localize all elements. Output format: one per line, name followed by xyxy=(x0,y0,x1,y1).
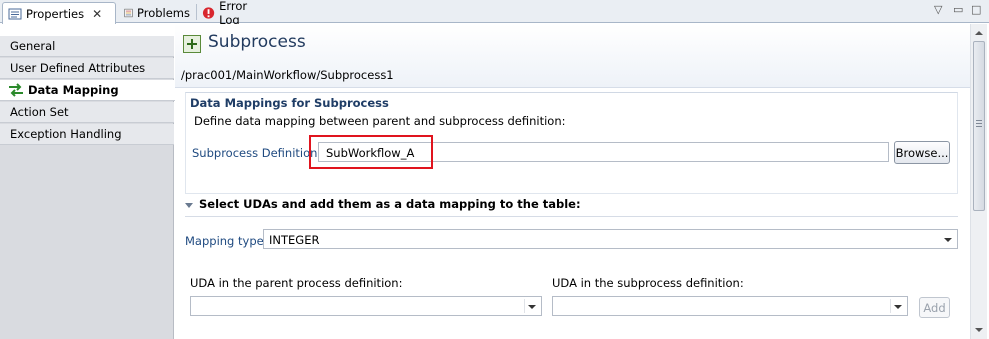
nav-item-label: User Defined Attributes xyxy=(10,61,146,75)
tab-problems[interactable]: Problems xyxy=(119,2,195,23)
grip-line xyxy=(976,123,982,124)
tab-error-log-label: Error Log xyxy=(219,0,248,27)
add-button[interactable]: Add xyxy=(919,297,950,318)
vertical-scrollbar[interactable] xyxy=(970,24,987,339)
properties-icon xyxy=(8,8,22,19)
scroll-down-icon[interactable] xyxy=(975,328,983,332)
view-tab-bar: Properties ✕ Problems Error Log ▽ ▭ □ xyxy=(0,0,989,27)
nav-item-label: Action Set xyxy=(10,105,69,119)
nav-item-label: Exception Handling xyxy=(10,127,122,141)
subprocess-definition-label: Subprocess Definition: xyxy=(192,146,322,160)
grip-line xyxy=(976,120,982,121)
tab-error-log[interactable]: Error Log xyxy=(197,0,273,27)
nav-item-user-defined-attributes[interactable]: User Defined Attributes xyxy=(0,58,174,79)
scroll-up-icon[interactable] xyxy=(975,31,983,35)
chevron-down-icon[interactable] xyxy=(894,305,902,309)
browse-button[interactable]: Browse... xyxy=(894,141,950,164)
uda-section-header[interactable]: Select UDAs and add them as a data mappi… xyxy=(185,195,958,217)
nav-item-exception-handling[interactable]: Exception Handling xyxy=(0,124,174,145)
scrollbar-thumb[interactable] xyxy=(973,41,985,211)
nav-item-data-mapping[interactable]: Data Mapping xyxy=(0,80,175,101)
section-description: Define data mapping between parent and s… xyxy=(194,114,566,128)
combo-divider xyxy=(524,299,525,313)
data-mapping-arrows-icon xyxy=(9,83,23,97)
parent-uda-select[interactable] xyxy=(190,296,542,316)
subprocess-uda-select[interactable] xyxy=(552,296,908,316)
page-header: Subprocess /prac001/MainWorkflow/Subproc… xyxy=(175,24,970,88)
minimize-icon[interactable]: ▭ xyxy=(953,3,963,16)
expand-twisty-icon[interactable] xyxy=(185,203,193,208)
main-panel: Subprocess /prac001/MainWorkflow/Subproc… xyxy=(175,24,970,339)
properties-nav: General User Defined Attributes Data Map… xyxy=(0,36,175,339)
chevron-down-icon[interactable] xyxy=(528,305,536,309)
subprocess-icon xyxy=(183,35,201,53)
nav-item-general[interactable]: General xyxy=(0,36,174,57)
grip-line xyxy=(976,126,982,127)
mapping-type-label: Mapping type xyxy=(185,234,264,248)
data-mappings-section: Data Mappings for Subprocess Define data… xyxy=(185,92,958,194)
close-icon[interactable]: ✕ xyxy=(92,7,102,21)
tab-properties[interactable]: Properties ✕ xyxy=(2,2,116,24)
tab-problems-label: Problems xyxy=(136,5,190,20)
uda-section-title: Select UDAs and add them as a data mappi… xyxy=(199,197,581,211)
tab-properties-label: Properties xyxy=(26,6,85,21)
chevron-down-icon[interactable] xyxy=(944,238,952,242)
section-title: Data Mappings for Subprocess xyxy=(190,96,389,110)
element-path: /prac001/MainWorkflow/Subprocess1 xyxy=(181,68,394,82)
combo-divider xyxy=(890,299,891,313)
subprocess-definition-field[interactable]: SubWorkflow_A xyxy=(318,142,889,162)
view-menu-icon[interactable]: ▽ xyxy=(934,3,942,16)
maximize-icon[interactable]: □ xyxy=(971,3,981,16)
problems-icon xyxy=(124,8,133,17)
subprocess-uda-label: UDA in the subprocess definition: xyxy=(552,276,744,290)
page-title: Subprocess xyxy=(208,32,306,52)
error-log-icon xyxy=(202,6,215,19)
mapping-type-select[interactable]: INTEGER xyxy=(263,229,958,249)
nav-item-label: General xyxy=(10,39,56,53)
mapping-type-value: INTEGER xyxy=(269,233,320,247)
nav-item-action-set[interactable]: Action Set xyxy=(0,102,174,123)
parent-uda-label: UDA in the parent process definition: xyxy=(190,276,403,290)
nav-item-label: Data Mapping xyxy=(28,83,119,97)
